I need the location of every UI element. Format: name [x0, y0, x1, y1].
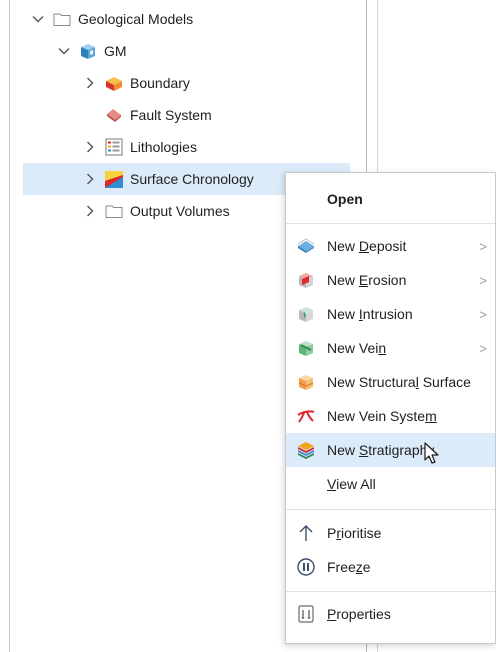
tree-item-label: Boundary — [130, 75, 190, 91]
intrusion-icon — [296, 304, 316, 324]
menu-item-open[interactable]: Open — [286, 182, 495, 216]
menu-item-new-intrusion[interactable]: New Intrusion > — [286, 297, 495, 331]
menu-separator — [286, 223, 495, 224]
erosion-icon — [296, 270, 316, 290]
chevron-down-icon[interactable] — [56, 43, 72, 59]
vein-icon — [296, 338, 316, 358]
menu-item-label: New Stratigraphy — [327, 442, 435, 458]
menu-item-label: New Vein — [327, 340, 387, 356]
deposit-icon — [296, 236, 316, 256]
tree-item-label: GM — [104, 43, 127, 59]
menu-item-label: Prioritise — [327, 525, 382, 541]
chevron-right-icon[interactable] — [82, 139, 98, 155]
menu-item-new-vein-system[interactable]: New Vein System — [286, 399, 495, 433]
menu-item-prioritise[interactable]: Prioritise — [286, 516, 495, 550]
menu-item-new-vein[interactable]: New Vein > — [286, 331, 495, 365]
properties-icon — [296, 604, 316, 624]
chevron-right-icon[interactable] — [82, 75, 98, 91]
submenu-arrow-icon: > — [479, 272, 487, 288]
lithologies-icon — [104, 137, 124, 157]
menu-item-new-stratigraphy[interactable]: New Stratigraphy — [286, 433, 495, 467]
menu-item-label: Properties — [327, 606, 391, 622]
submenu-arrow-icon: > — [479, 238, 487, 254]
menu-item-label: View All — [327, 476, 376, 492]
submenu-arrow-icon: > — [479, 340, 487, 356]
menu-item-new-erosion[interactable]: New Erosion > — [286, 263, 495, 297]
chevron-down-icon[interactable] — [30, 11, 46, 27]
surface-chronology-icon — [104, 169, 124, 189]
menu-separator — [286, 591, 495, 592]
menu-item-label: Open — [327, 191, 363, 207]
vein-system-icon — [296, 406, 316, 426]
menu-item-properties[interactable]: Properties — [286, 597, 495, 631]
menu-item-label: New Intrusion — [327, 306, 413, 322]
chevron-right-icon[interactable] — [82, 171, 98, 187]
pause-icon — [296, 557, 316, 577]
menu-item-label: New Vein System — [327, 408, 437, 424]
context-menu: Open New Deposit > New Erosion > New Int… — [285, 172, 496, 644]
tree-item-boundary[interactable]: Boundary — [82, 67, 350, 99]
tree-item-label: Geological Models — [78, 11, 194, 27]
arrow-up-icon — [296, 523, 316, 543]
folder-icon — [104, 201, 124, 221]
tree-item-label: Lithologies — [130, 139, 197, 155]
menu-item-new-structural-surface[interactable]: New Structural Surface — [286, 365, 495, 399]
menu-separator — [286, 509, 495, 510]
menu-item-view-all[interactable]: View All — [286, 467, 495, 501]
menu-item-label: New Erosion — [327, 272, 407, 288]
tree-item-gm[interactable]: GM — [56, 35, 350, 67]
fault-system-icon — [104, 105, 124, 125]
menu-item-label: Freeze — [327, 559, 371, 575]
geological-model-icon — [78, 41, 98, 61]
tree-item-label: Surface Chronology — [130, 171, 254, 187]
folder-icon — [52, 9, 72, 29]
tree-item-label: Fault System — [130, 107, 212, 123]
tree-item-lithologies[interactable]: Lithologies — [82, 131, 350, 163]
menu-item-freeze[interactable]: Freeze — [286, 550, 495, 584]
boundary-icon — [104, 73, 124, 93]
chevron-right-icon[interactable] — [82, 203, 98, 219]
menu-item-label: New Deposit — [327, 238, 407, 254]
stratigraphy-icon — [296, 440, 316, 460]
mouse-pointer-icon — [424, 442, 439, 464]
tree-item-fault-system[interactable]: Fault System — [82, 99, 350, 131]
tree-item-label: Output Volumes — [130, 203, 230, 219]
menu-item-label: New Structural Surface — [327, 374, 471, 390]
submenu-arrow-icon: > — [479, 306, 487, 322]
tree-item-geological-models[interactable]: Geological Models — [30, 3, 350, 35]
structural-surface-icon — [296, 372, 316, 392]
menu-item-new-deposit[interactable]: New Deposit > — [286, 229, 495, 263]
